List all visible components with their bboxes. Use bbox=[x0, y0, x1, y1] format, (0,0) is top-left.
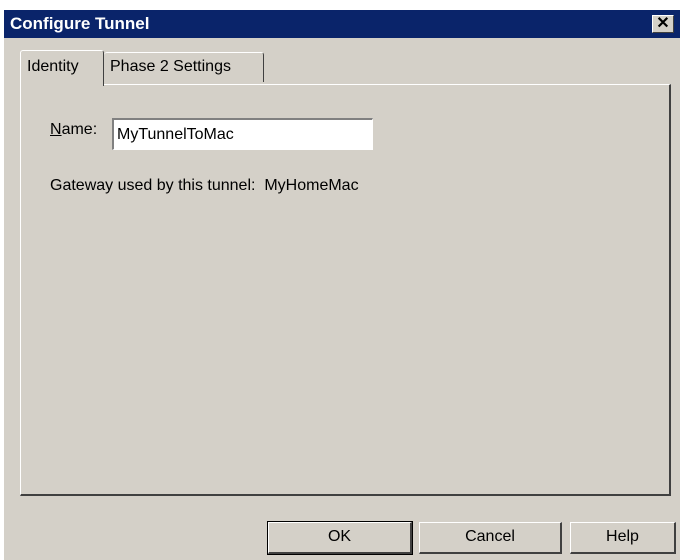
tab-phase-2-settings[interactable]: Phase 2 Settings bbox=[104, 52, 264, 82]
tab-identity-label: Identity bbox=[27, 58, 79, 75]
tab-phase-2-settings-label: Phase 2 Settings bbox=[110, 58, 231, 75]
title-bar: Configure Tunnel ✕ bbox=[4, 10, 680, 38]
tab-identity[interactable]: Identity bbox=[20, 50, 104, 86]
window-title: Configure Tunnel bbox=[10, 14, 150, 33]
close-icon[interactable]: ✕ bbox=[652, 15, 674, 33]
cancel-button[interactable]: Cancel bbox=[419, 522, 562, 554]
ok-button[interactable]: OK bbox=[267, 521, 413, 555]
name-input[interactable] bbox=[112, 118, 373, 150]
help-button[interactable]: Help bbox=[570, 522, 676, 554]
gateway-text: Gateway used by this tunnel: MyHomeMac bbox=[50, 177, 359, 194]
name-label: Name: bbox=[50, 121, 98, 138]
